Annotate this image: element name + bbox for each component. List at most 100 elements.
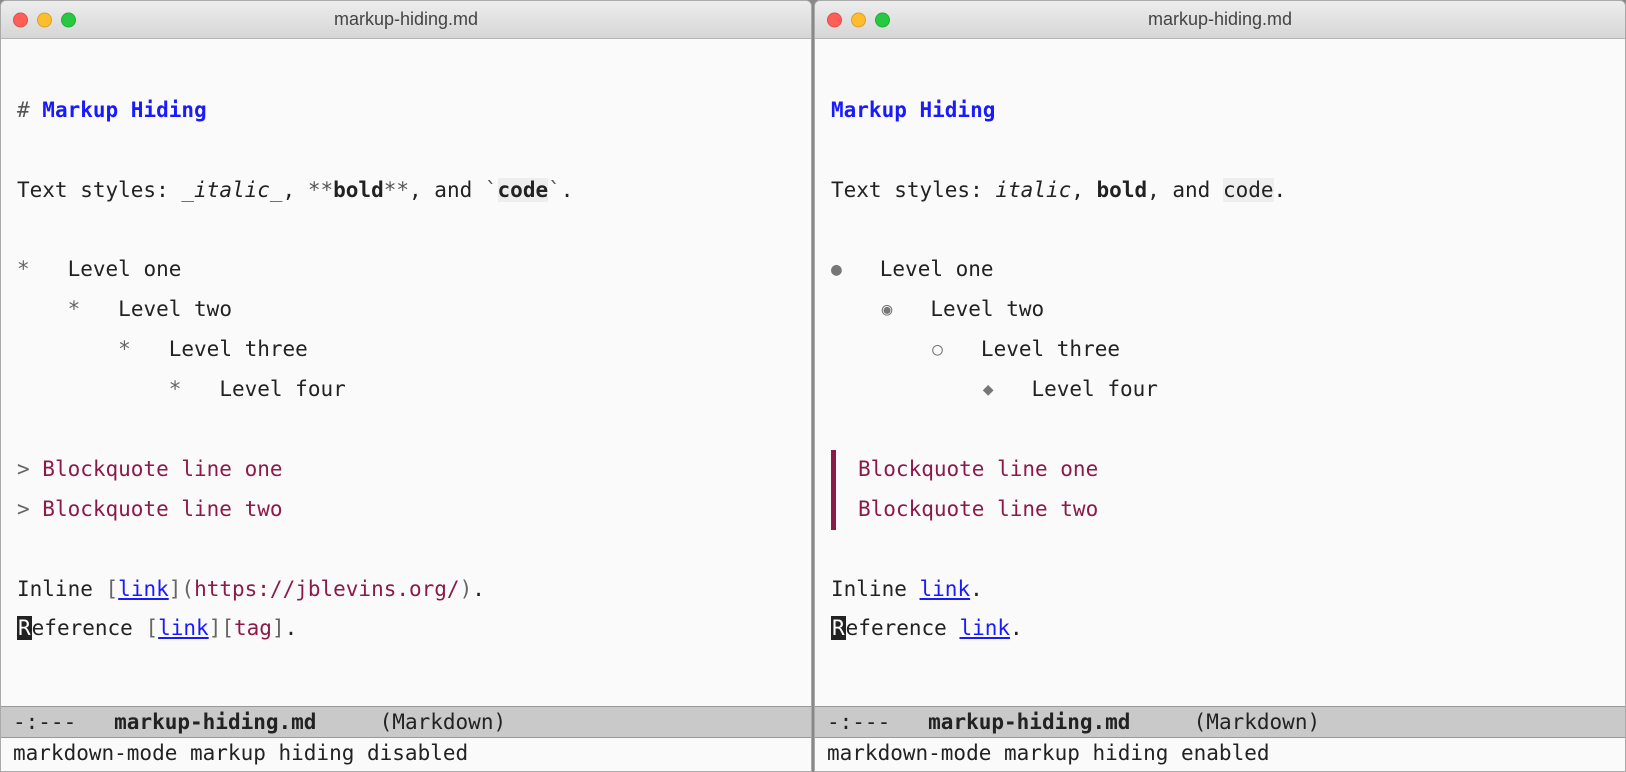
blockquote: Blockquote line one Blockquote line two xyxy=(831,450,1609,530)
link-text[interactable]: link xyxy=(920,577,971,601)
modeline-filename: markup-hiding.md xyxy=(114,710,316,734)
gap xyxy=(943,337,981,361)
titlebar-left: markup-hiding.md xyxy=(1,1,811,39)
gap xyxy=(80,297,118,321)
quote-text: Blockquote line one xyxy=(42,457,282,481)
ref-rest: eference xyxy=(32,616,146,640)
inline-link-line: Inline link. xyxy=(831,577,983,601)
gap xyxy=(892,297,930,321)
link-text[interactable]: link xyxy=(959,616,1010,640)
bracket-close: ] xyxy=(209,616,222,640)
quote-text: Blockquote line one xyxy=(858,457,1098,481)
list-item: * Level two xyxy=(17,297,232,321)
modeline-mode: (Markdown) xyxy=(316,710,506,734)
inline-link-line: Inline [link](https://jblevins.org/). xyxy=(17,577,485,601)
window-title: markup-hiding.md xyxy=(1,9,811,30)
emacs-window-left: markup-hiding.md # Markup Hiding Text st… xyxy=(0,0,812,772)
emacs-window-right: markup-hiding.md Markup Hiding Text styl… xyxy=(814,0,1626,772)
modeline-prefix: -:--- xyxy=(13,710,114,734)
minimize-icon[interactable] xyxy=(37,12,52,27)
modeline-prefix: -:--- xyxy=(827,710,928,734)
list-text: Level four xyxy=(219,377,345,401)
sep: , xyxy=(283,178,308,202)
code-open: ` xyxy=(485,178,498,202)
list-item: ○ Level three xyxy=(831,337,1120,361)
bullet-icon: ◆ xyxy=(983,373,994,407)
link-url: https://jblevins.org/ xyxy=(194,577,460,601)
modeline-mode: (Markdown) xyxy=(1130,710,1320,734)
window-controls xyxy=(13,12,76,27)
link-text[interactable]: link xyxy=(158,616,209,640)
gap xyxy=(842,257,880,281)
buffer-left[interactable]: # Markup Hiding Text styles: _italic_, *… xyxy=(1,39,811,706)
indent xyxy=(17,377,169,401)
indent xyxy=(831,297,882,321)
bullet-icon: * xyxy=(17,257,30,281)
quote-text: Blockquote line two xyxy=(858,497,1098,521)
italic-text: italic xyxy=(995,178,1071,202)
sep: , and xyxy=(409,178,485,202)
window-controls xyxy=(827,12,890,27)
heading-text: Markup Hiding xyxy=(831,98,995,122)
ref-rest: eference xyxy=(846,616,960,640)
buffer-right[interactable]: Markup Hiding Text styles: italic, bold,… xyxy=(815,39,1625,706)
code-close: ` xyxy=(548,178,561,202)
heading-text: Markup Hiding xyxy=(42,98,206,122)
paren-close: ) xyxy=(460,577,473,601)
list-text: Level one xyxy=(68,257,182,281)
modeline-left[interactable]: -:--- markup-hiding.md (Markdown) xyxy=(1,706,811,738)
list-item: ● Level one xyxy=(831,257,994,281)
blockquote-line: > Blockquote line two xyxy=(17,497,283,521)
list-item: * Level three xyxy=(17,337,308,361)
list-text: Level three xyxy=(981,337,1120,361)
dot: . xyxy=(472,577,485,601)
list-text: Level four xyxy=(1031,377,1157,401)
link-text[interactable]: link xyxy=(118,577,169,601)
bracket-close: ] xyxy=(169,577,182,601)
styles-end: . xyxy=(561,178,574,202)
quote-marker: > xyxy=(17,497,42,521)
zoom-icon[interactable] xyxy=(875,12,890,27)
styles-end: . xyxy=(1274,178,1287,202)
bullet-icon: * xyxy=(118,337,131,361)
sep: , and xyxy=(1147,178,1223,202)
code-text: code xyxy=(1223,178,1274,202)
cursor: R xyxy=(17,616,32,640)
modeline-right[interactable]: -:--- markup-hiding.md (Markdown) xyxy=(815,706,1625,738)
sep: , xyxy=(1071,178,1096,202)
styles-prefix: Text styles: xyxy=(831,178,995,202)
bold-open: ** xyxy=(308,178,333,202)
close-icon[interactable] xyxy=(13,12,28,27)
code-text: code xyxy=(498,178,549,202)
indent xyxy=(831,377,983,401)
reference-link-line: Reference link. xyxy=(831,616,1023,640)
minibuffer-left[interactable]: markdown-mode markup hiding disabled xyxy=(1,738,811,771)
bullet-icon: * xyxy=(169,377,182,401)
styles-line: Text styles: italic, bold, and code. xyxy=(831,178,1286,202)
heading-marker: # xyxy=(17,98,42,122)
bold-text: bold xyxy=(1097,178,1148,202)
minibuffer-right[interactable]: markdown-mode markup hiding enabled xyxy=(815,738,1625,771)
bold-close: ** xyxy=(384,178,409,202)
dot: . xyxy=(1010,616,1023,640)
italic-open: _ xyxy=(181,178,194,202)
window-title: markup-hiding.md xyxy=(815,9,1625,30)
bracket-open: [ xyxy=(221,616,234,640)
list-item: * Level one xyxy=(17,257,181,281)
cursor: R xyxy=(831,616,846,640)
list-text: Level three xyxy=(169,337,308,361)
modeline-filename: markup-hiding.md xyxy=(928,710,1130,734)
zoom-icon[interactable] xyxy=(61,12,76,27)
close-icon[interactable] xyxy=(827,12,842,27)
paren-open: ( xyxy=(181,577,194,601)
quote-text: Blockquote line two xyxy=(42,497,282,521)
ref-tag: tag xyxy=(234,616,272,640)
gap xyxy=(131,337,169,361)
bullet-icon: ● xyxy=(831,253,842,287)
indent xyxy=(17,337,118,361)
list-text: Level two xyxy=(118,297,232,321)
gap xyxy=(994,377,1032,401)
indent xyxy=(831,337,932,361)
italic-close: _ xyxy=(270,178,283,202)
minimize-icon[interactable] xyxy=(851,12,866,27)
